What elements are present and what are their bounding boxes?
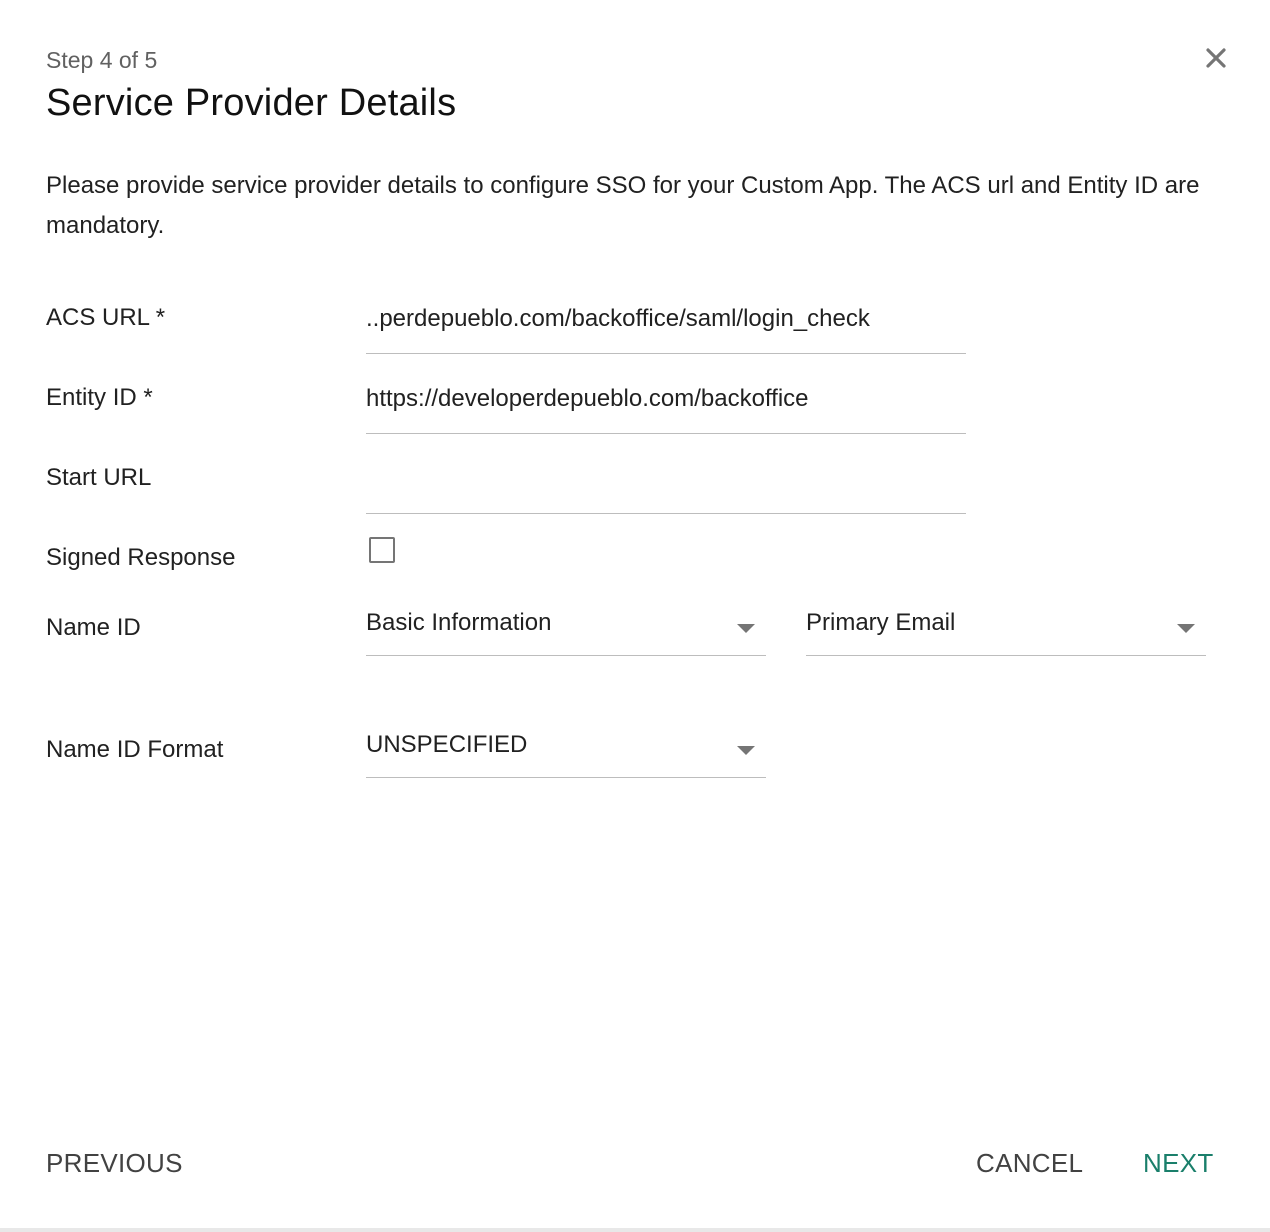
close-icon[interactable] [1200, 42, 1232, 74]
name-id-format-select[interactable]: UNSPECIFIED [366, 728, 766, 778]
name-id-category-value: Basic Information [366, 609, 552, 636]
name-id-format-value: UNSPECIFIED [366, 731, 528, 758]
name-id-attribute-select[interactable]: Primary Email [806, 606, 1206, 656]
cancel-button[interactable]: CANCEL [976, 1148, 1083, 1179]
name-id-label: Name ID [46, 614, 141, 641]
chevron-down-icon [737, 624, 755, 633]
name-id-attribute-value: Primary Email [806, 609, 956, 636]
next-button[interactable]: NEXT [1143, 1148, 1214, 1179]
name-id-format-label: Name ID Format [46, 736, 224, 763]
acs-url-label: ACS URL * [46, 304, 166, 331]
sso-config-dialog: Step 4 of 5 Service Provider Details Ple… [0, 0, 1270, 1232]
signed-response-checkbox[interactable] [369, 537, 395, 563]
acs-url-input[interactable] [366, 300, 966, 338]
dialog-title: Service Provider Details [46, 82, 457, 124]
dialog-bottom-edge [0, 1228, 1270, 1232]
previous-button[interactable]: PREVIOUS [46, 1148, 183, 1179]
entity-id-label: Entity ID * [46, 384, 153, 411]
chevron-down-icon [1177, 624, 1195, 633]
signed-response-label: Signed Response [46, 544, 236, 571]
name-id-category-select[interactable]: Basic Information [366, 606, 766, 656]
entity-id-field[interactable] [366, 380, 966, 434]
step-indicator: Step 4 of 5 [46, 47, 158, 73]
dialog-description: Please provide service provider details … [46, 172, 1200, 239]
start-url-field[interactable] [366, 460, 966, 514]
start-url-label: Start URL [46, 464, 152, 491]
chevron-down-icon [737, 746, 755, 755]
entity-id-input[interactable] [366, 380, 966, 418]
acs-url-field[interactable] [366, 300, 966, 354]
start-url-input[interactable] [366, 460, 966, 498]
